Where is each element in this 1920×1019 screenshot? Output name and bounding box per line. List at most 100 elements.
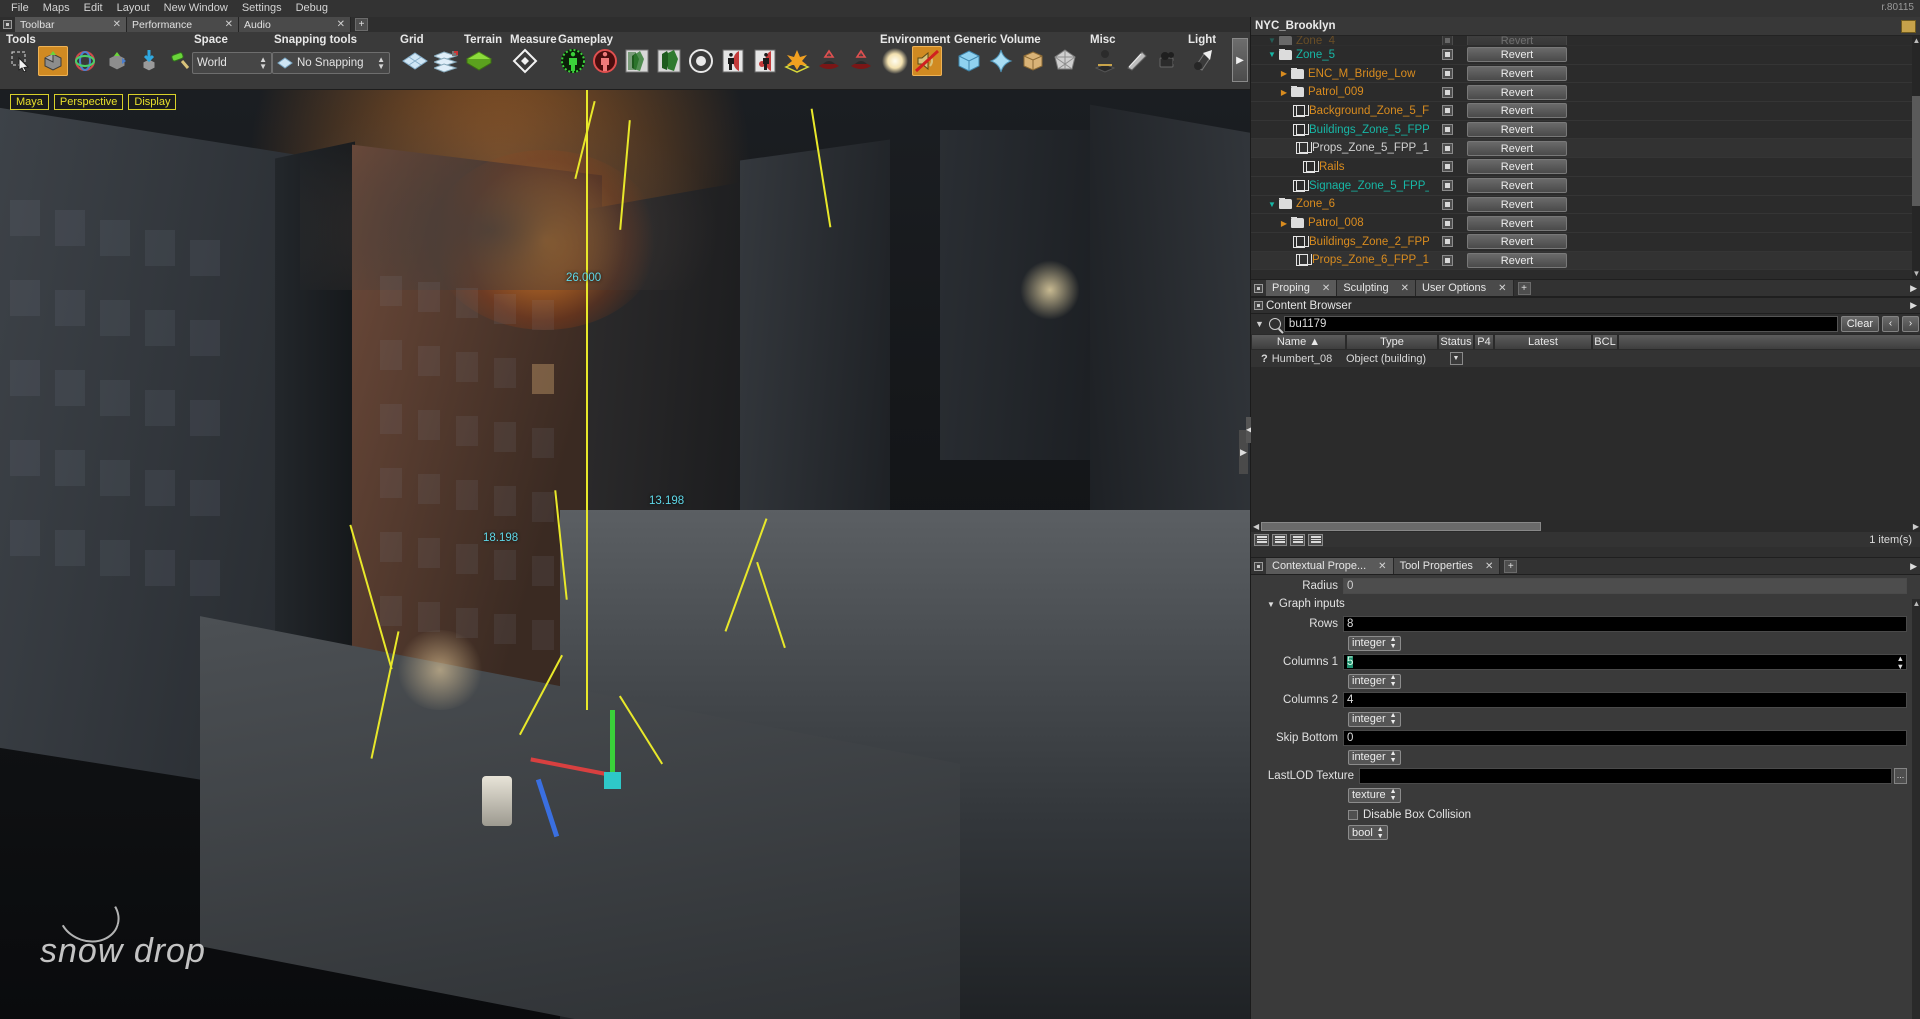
property-disable-box-collision-type[interactable]: bool ▲ ▼ [1348, 825, 1388, 840]
scrollbar-thumb[interactable] [1261, 521, 1542, 531]
checkbox-icon[interactable] [1441, 236, 1453, 248]
select-icon[interactable] [6, 46, 36, 76]
add-tab-icon[interactable]: + [1504, 559, 1518, 573]
checkbox-icon[interactable] [1441, 198, 1453, 210]
scrollbar-thumb[interactable] [1912, 96, 1920, 206]
panel-menu-icon[interactable] [3, 20, 12, 29]
hierarchy-row[interactable]: Rails Revert [1251, 158, 1920, 177]
hierarchy-row[interactable]: ▶ Patrol_008 Revert [1251, 214, 1920, 233]
property-lastlod-texture-type[interactable]: texture ▲ ▼ [1348, 787, 1401, 803]
content-browser-list[interactable]: ? Humbert_08 Object (building) ▼ [1251, 350, 1920, 520]
measure-icon[interactable] [510, 46, 540, 76]
property-disable-box-collision[interactable]: Disable Box Collision [1348, 809, 1920, 821]
save-icon[interactable] [1901, 19, 1916, 33]
column-header-bcl[interactable]: BCL [1592, 334, 1618, 350]
content-browser-overflow-icon[interactable]: ▶ [1910, 300, 1920, 311]
transform-gizmo[interactable] [520, 710, 650, 840]
visibility-checkbox[interactable] [1429, 198, 1465, 210]
tab-performance[interactable]: Performance ✕ [127, 17, 239, 32]
cover-icon[interactable] [622, 46, 652, 76]
toolbar-scroll-right-button[interactable]: ▶ [1232, 38, 1248, 82]
revert-button[interactable]: Revert [1467, 47, 1567, 63]
cover2-icon[interactable] [654, 46, 684, 76]
visibility-checkbox[interactable] [1429, 142, 1465, 154]
property-columns-1-field[interactable]: 5 ▲ ▼ [1343, 653, 1907, 671]
visibility-checkbox[interactable] [1429, 217, 1465, 229]
checkbox-icon[interactable] [1441, 105, 1453, 117]
tiles-view-icon[interactable] [1290, 533, 1305, 546]
graph-inputs-group-header[interactable]: ▼ Graph inputs [1251, 595, 1920, 613]
tab-toolbar[interactable]: Toolbar ✕ [15, 17, 127, 32]
space-select[interactable]: World ▲ ▼ [192, 52, 272, 74]
search-icon[interactable] [1268, 318, 1281, 330]
property-lastlod-texture-field[interactable] [1359, 767, 1892, 784]
revert-button[interactable]: Revert [1467, 84, 1567, 100]
poly-volume-icon[interactable] [1050, 46, 1080, 76]
chevron-down-icon[interactable]: ▼ [1267, 50, 1277, 59]
checkbox-icon[interactable] [1441, 180, 1453, 192]
tab-user-options[interactable]: User Options ✕ [1415, 280, 1514, 296]
checkbox-icon[interactable] [1441, 86, 1453, 98]
list-view-icon[interactable] [1254, 533, 1269, 546]
snapping-select[interactable]: No Snapping ▲ ▼ [272, 52, 390, 74]
viewport-badge-perspective[interactable]: Perspective [53, 94, 124, 110]
visibility-checkbox[interactable] [1429, 86, 1465, 98]
close-icon[interactable]: ✕ [225, 19, 233, 30]
tabstrip-overflow-icon[interactable]: ▶ [1910, 283, 1920, 294]
menu-item-settings[interactable]: Settings [235, 0, 289, 17]
visibility-checkbox[interactable] [1429, 236, 1465, 248]
spinner-icon[interactable]: ▲ ▼ [1377, 826, 1384, 840]
hierarchy-row[interactable]: Props_Zone_5_FPP_1 Revert [1251, 139, 1920, 159]
revert-button[interactable]: Revert [1467, 215, 1567, 231]
menu-item-file[interactable]: File [4, 0, 36, 17]
hierarchy-row[interactable]: ▼ Zone_5 Revert [1251, 46, 1920, 65]
browse-texture-button[interactable]: ... [1894, 767, 1907, 784]
property-rows-type[interactable]: integer ▲ ▼ [1348, 635, 1401, 651]
revert-button[interactable]: Revert [1467, 66, 1567, 82]
menu-item-debug[interactable]: Debug [289, 0, 335, 17]
hierarchy-row[interactable]: Buildings_Zone_5_FPP_1 Revert [1251, 121, 1920, 140]
clear-search-button[interactable]: Clear [1840, 316, 1879, 332]
nav-forward-button[interactable]: › [1902, 316, 1919, 332]
checkbox-icon[interactable] [1441, 49, 1453, 61]
chevron-down-icon[interactable]: ▼ [1267, 600, 1275, 609]
property-skip-bottom-type[interactable]: integer ▲ ▼ [1348, 749, 1401, 765]
terrain-icon[interactable] [464, 46, 494, 76]
scroll-up-icon[interactable]: ▲ [1912, 599, 1920, 609]
box-volume-icon[interactable] [954, 46, 984, 76]
spinner-icon[interactable]: ▲ ▼ [1390, 712, 1397, 726]
revert-button[interactable]: Revert [1467, 36, 1567, 45]
visibility-checkbox[interactable] [1429, 36, 1465, 45]
checkbox-icon[interactable] [1441, 68, 1453, 80]
spinner-icon[interactable]: ▲ ▼ [1390, 636, 1397, 650]
visibility-checkbox[interactable] [1429, 161, 1465, 173]
scale-icon[interactable] [102, 46, 132, 76]
checkbox-icon[interactable] [1348, 810, 1358, 820]
spotlight-icon[interactable] [1188, 46, 1218, 76]
revert-button[interactable]: Revert [1467, 159, 1567, 175]
spinner-icon[interactable]: ▲ ▼ [1897, 654, 1904, 671]
scroll-left-icon[interactable]: ◀ [1251, 522, 1261, 531]
tab-sculpting[interactable]: Sculpting ✕ [1337, 280, 1416, 296]
camera-icon[interactable] [1154, 46, 1184, 76]
property-columns-1-type[interactable]: integer ▲ ▼ [1348, 673, 1401, 689]
property-columns-2-type[interactable]: integer ▲ ▼ [1348, 711, 1401, 727]
hierarchy-row[interactable]: ▶ ENC_M_Bridge_Low Revert [1251, 65, 1920, 84]
add-tab-icon[interactable]: + [1517, 281, 1531, 295]
grid-layers-icon[interactable] [432, 46, 462, 76]
crate-icon[interactable] [1018, 46, 1048, 76]
revert-button[interactable]: Revert [1467, 196, 1567, 212]
hierarchy-scrollbar[interactable]: ▲ ▼ [1912, 36, 1920, 279]
panel-menu-icon[interactable] [1254, 301, 1263, 310]
panel-menu-icon[interactable] [1254, 283, 1263, 293]
hierarchy-row[interactable]: Signage_Zone_5_FPP_1 Revert [1251, 177, 1920, 196]
close-icon[interactable]: ✕ [1401, 283, 1409, 294]
menu-item-maps[interactable]: Maps [36, 0, 77, 17]
column-header-latest[interactable]: Latest [1494, 334, 1592, 350]
spinner-icon[interactable]: ▲ ▼ [1390, 750, 1397, 764]
chevron-down-icon[interactable]: ▼ [1267, 200, 1277, 209]
chevron-right-icon[interactable]: ▶ [1279, 219, 1289, 228]
star-volume-icon[interactable] [986, 46, 1016, 76]
visibility-checkbox[interactable] [1429, 68, 1465, 80]
revert-button[interactable]: Revert [1467, 252, 1567, 268]
